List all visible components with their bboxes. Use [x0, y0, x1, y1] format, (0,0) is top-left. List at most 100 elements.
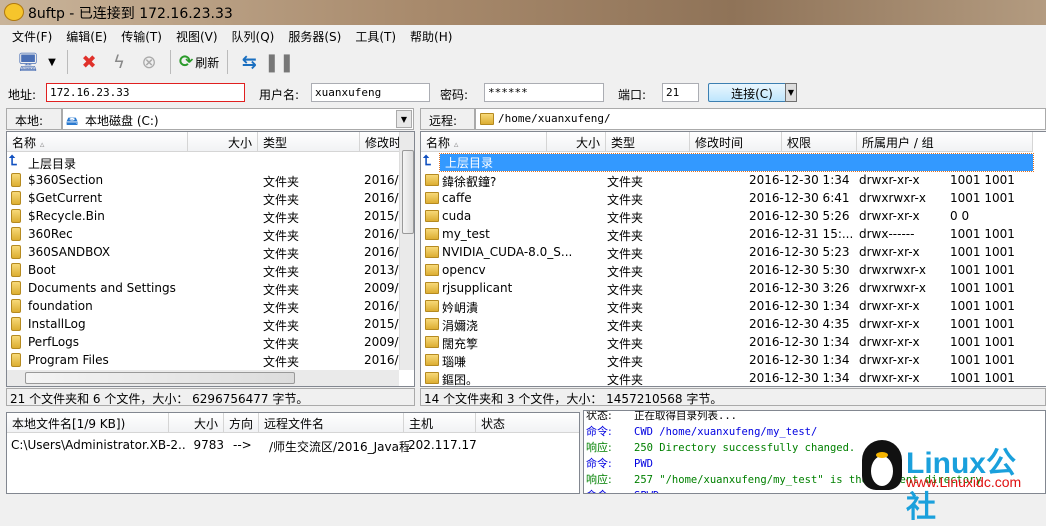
site-manager-icon[interactable]: 🖥	[15, 49, 41, 75]
folder-icon	[425, 210, 439, 222]
log-line: 状态: 正在取得目录列表...	[586, 411, 737, 423]
remote-col-modified[interactable]: 修改时间	[690, 132, 782, 152]
remote-col-owner[interactable]: 所属用户 / 组	[857, 132, 1033, 152]
folder-icon	[425, 192, 439, 204]
up-directory-icon: ⮤	[9, 153, 18, 169]
menu-tools[interactable]: 工具(T)	[348, 26, 403, 46]
list-item[interactable]: 鏂囨。 文件夹 2016-12-30 1:34 drwxr-xr-x 1001 1001	[421, 369, 1046, 386]
file-type: 文件夹	[607, 319, 644, 333]
list-item[interactable]: 瑙嗛 文件夹 2016-12-30 1:34 drwxr-xr-x 1001 1001	[421, 351, 1046, 369]
list-item[interactable]: 闊充箰 文件夹 2016-12-30 1:34 drwxr-xr-x 1001 1001	[421, 333, 1046, 351]
queue-col-direction[interactable]: 方向	[224, 413, 259, 433]
local-horizontal-scrollbar[interactable]	[7, 370, 399, 386]
scrollbar-thumb[interactable]	[402, 150, 414, 234]
connect-dropdown-icon[interactable]: ▼	[785, 83, 797, 102]
list-item[interactable]: 360Rec 文件夹 2016/1	[7, 225, 414, 243]
local-col-name[interactable]: 名称 ▵	[7, 132, 188, 152]
list-item[interactable]: 妗岄潰 文件夹 2016-12-30 1:34 drwxr-xr-x 1001 1001	[421, 297, 1046, 315]
local-col-size[interactable]: 大小	[188, 132, 258, 152]
list-item[interactable]: $GetCurrent 文件夹 2016/6	[7, 189, 414, 207]
chevron-down-icon[interactable]: ▼	[396, 110, 412, 128]
remote-file-list[interactable]: 名称 ▵ 大小 类型 修改时间 权限 所属用户 / 组 ⮤ 上层目录 鍏徐叡鐘? 文件…	[420, 131, 1046, 387]
file-owner: 1001 1001	[950, 281, 1015, 295]
menu-transfer[interactable]: 传输(T)	[114, 26, 169, 46]
list-item[interactable]: my_test 文件夹 2016-12-31 15:... drwx------ 100…	[421, 225, 1046, 243]
file-perm: drwxr-xr-x	[859, 299, 920, 313]
file-date: 2016-12-30 5:26	[749, 209, 850, 223]
list-item[interactable]: ⮤ 上层目录	[421, 153, 1046, 172]
sort-asc-icon: ▵	[39, 140, 45, 150]
menu-view[interactable]: 视图(V)	[169, 26, 225, 46]
log-kind: 命令:	[586, 487, 634, 493]
menu-edit[interactable]: 编辑(E)	[59, 26, 114, 46]
refresh-label: 刷新	[195, 55, 220, 70]
menu-file[interactable]: 文件(F)	[5, 26, 59, 46]
file-type: 文件夹	[263, 301, 300, 315]
queue-col-remote[interactable]: 远程文件名	[259, 413, 404, 433]
remote-path-combo[interactable]: /home/xuanxufeng/	[475, 108, 1046, 130]
menu-server[interactable]: 服务器(S)	[281, 26, 348, 46]
list-item[interactable]: Program Files 文件夹 2016/1	[7, 351, 414, 369]
list-item[interactable]: $Recycle.Bin 文件夹 2015/1	[7, 207, 414, 225]
refresh-button[interactable]: ⟳ 刷新	[179, 52, 219, 72]
list-item[interactable]: ⮤ 上层目录	[7, 153, 414, 171]
list-item[interactable]: NVIDIA_CUDA-8.0_S... 文件夹 2016-12-30 5:23 dr…	[421, 243, 1046, 261]
folder-icon	[425, 300, 439, 312]
list-item[interactable]: foundation 文件夹 2016/1	[7, 297, 414, 315]
local-path-combo[interactable]: 🖴 本地磁盘 (C:) ▼	[62, 108, 414, 130]
folder-icon	[425, 264, 439, 276]
linux-watermark: Linux公社 www.Linuxidc.com	[862, 436, 1042, 524]
list-item[interactable]: caffe 文件夹 2016-12-30 6:41 drwxrwxr-x 1001 10…	[421, 189, 1046, 207]
list-item[interactable]: Documents and Settings 文件夹 2009/1	[7, 279, 414, 297]
queue-col-size[interactable]: 大小	[169, 413, 224, 433]
disconnect-icon[interactable]: ✖	[76, 49, 102, 75]
remote-col-permissions[interactable]: 权限	[782, 132, 857, 152]
local-file-list[interactable]: 名称 ▵ 大小 类型 修改时 ⮤ 上层目录 $360Section 文件夹 2016/8…	[6, 131, 415, 387]
folder-icon	[425, 282, 439, 294]
file-name: InstallLog	[28, 317, 86, 331]
list-item[interactable]: rjsupplicant 文件夹 2016-12-30 3:26 drwxrwxr-x…	[421, 279, 1046, 297]
local-col-type[interactable]: 类型	[258, 132, 360, 152]
list-item[interactable]: Boot 文件夹 2013/1	[7, 261, 414, 279]
address-input[interactable]: 172.16.23.33	[46, 83, 245, 102]
pause-icon[interactable]: ❚❚	[264, 49, 294, 75]
list-item[interactable]: InstallLog 文件夹 2015/1	[7, 315, 414, 333]
port-input[interactable]: 21	[662, 83, 699, 102]
remote-col-name[interactable]: 名称 ▵	[421, 132, 547, 152]
list-item[interactable]: PerfLogs 文件夹 2009/1	[7, 333, 414, 351]
queue-col-status[interactable]: 状态	[476, 413, 579, 433]
queue-col-local[interactable]: 本地文件名[1/9 KB])	[7, 413, 169, 433]
file-name: $Recycle.Bin	[28, 209, 105, 223]
queue-host: 202.117.17...	[408, 438, 478, 452]
sort-asc-icon: ▵	[453, 140, 459, 150]
file-modified: 2016/1	[364, 227, 399, 241]
local-col-modified[interactable]: 修改时	[360, 132, 400, 152]
remote-col-type[interactable]: 类型	[606, 132, 690, 152]
list-item[interactable]: 鍏徐叡鐘? 文件夹 2016-12-30 1:34 drwxr-xr-x 1001 10…	[421, 171, 1046, 189]
transfer-arrows-icon[interactable]: ⇆	[236, 49, 262, 75]
toolbar-separator	[67, 50, 68, 74]
toolbar-separator	[227, 50, 229, 74]
dropdown-arrow-icon[interactable]: ▼	[45, 49, 59, 75]
list-item[interactable]: 360SANDBOX 文件夹 2016/1	[7, 243, 414, 261]
queue-col-host[interactable]: 主机	[404, 413, 476, 433]
local-vertical-scrollbar[interactable]	[399, 132, 414, 370]
cancel-circle-icon[interactable]: ⊗	[136, 49, 162, 75]
transfer-queue[interactable]: 本地文件名[1/9 KB]) 大小 方向 远程文件名 主机 状态 C:\User…	[6, 412, 580, 494]
list-item[interactable]: cuda 文件夹 2016-12-30 5:26 drwxr-xr-x 0 0	[421, 207, 1046, 225]
menu-help[interactable]: 帮助(H)	[403, 26, 459, 46]
file-date: 2016-12-31 15:...	[749, 227, 854, 241]
queue-row[interactable]: C:\Users\Administrator.XB-2... 9783 --> …	[7, 436, 579, 454]
scrollbar-thumb[interactable]	[25, 372, 295, 384]
remote-col-size[interactable]: 大小	[547, 132, 606, 152]
username-input[interactable]: xuanxufeng	[311, 83, 430, 102]
port-label: 端口:	[618, 88, 647, 102]
log-line: 命令: PWD	[586, 455, 653, 471]
password-input[interactable]: ******	[484, 83, 604, 102]
lightning-icon[interactable]: ϟ	[106, 49, 132, 75]
list-item[interactable]: $360Section 文件夹 2016/8	[7, 171, 414, 189]
list-item[interactable]: 涓嬭浇 文件夹 2016-12-30 4:35 drwxr-xr-x 1001 1001	[421, 315, 1046, 333]
menu-queue[interactable]: 队列(Q)	[225, 26, 282, 46]
list-item[interactable]: opencv 文件夹 2016-12-30 5:30 drwxrwxr-x 1001 1…	[421, 261, 1046, 279]
connect-button[interactable]: 连接(C)	[708, 83, 796, 102]
